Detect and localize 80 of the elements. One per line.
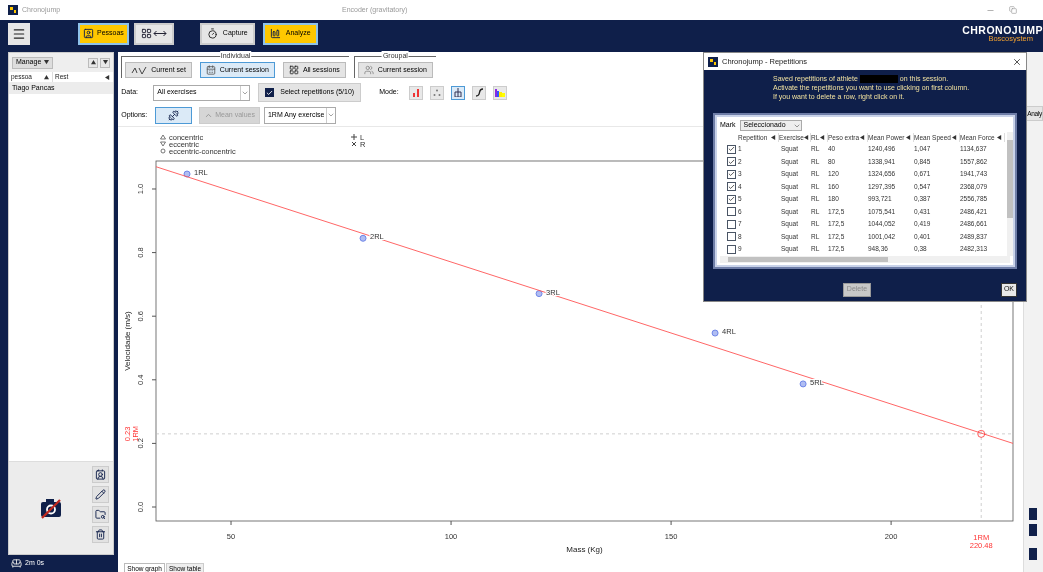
checkbox[interactable] — [727, 194, 736, 204]
horizontal-scrollbar[interactable] — [720, 255, 1010, 263]
panel-icon — [1029, 548, 1038, 560]
panel-icon — [1029, 524, 1038, 536]
double-arrow-icon — [152, 30, 167, 37]
sort-icon — [860, 135, 865, 140]
tool-button[interactable] — [92, 506, 110, 523]
dumbbell-icon — [168, 109, 180, 121]
menu-icon — [12, 26, 26, 41]
calendar-icon — [205, 65, 216, 75]
logo-title: CHRONOJUMP — [962, 24, 1043, 35]
app-icon — [8, 5, 18, 15]
tool-button[interactable] — [92, 466, 110, 483]
bar-chart-icon — [269, 28, 281, 39]
sort-icon — [952, 135, 957, 140]
sort-icon — [105, 74, 111, 80]
checkbox[interactable] — [727, 169, 736, 179]
data-point — [359, 234, 367, 242]
sort-icon — [803, 135, 809, 140]
app-icon — [708, 56, 718, 67]
triangle-down-icon — [160, 141, 167, 147]
data-point — [183, 170, 191, 178]
data-point — [535, 290, 543, 298]
data-point — [799, 380, 807, 388]
sort-icon — [820, 135, 825, 140]
wave-icon — [131, 65, 148, 75]
move-up-button[interactable] — [88, 57, 99, 68]
checkbox[interactable] — [727, 219, 736, 229]
x-axis-title: Mass (Kg) — [566, 545, 603, 554]
box-plot-icon — [454, 88, 463, 97]
folder-search-icon — [95, 509, 107, 520]
up-arrow-icon — [90, 60, 96, 65]
cross-icon — [351, 141, 357, 147]
stopwatch-icon — [206, 28, 218, 39]
bar-chart-icon — [412, 88, 421, 97]
triangle-up-icon — [160, 134, 167, 140]
edit-icon — [95, 489, 107, 500]
redaction-bar — [859, 74, 898, 83]
circle-icon — [160, 148, 166, 154]
sort-icon — [771, 135, 776, 140]
plus-icon — [350, 133, 358, 141]
delete-icon — [95, 529, 107, 540]
down-arrow-icon — [102, 60, 108, 65]
grid-icon — [288, 65, 299, 75]
menu-button[interactable] — [8, 22, 30, 45]
checkbox[interactable] — [727, 232, 736, 242]
no-photo-icon — [38, 497, 63, 519]
caret-icon — [326, 111, 335, 119]
contact-icon — [95, 469, 107, 480]
mode-button[interactable] — [451, 85, 466, 100]
vertical-scrollbar[interactable] — [1007, 132, 1013, 256]
couch-icon — [11, 558, 22, 569]
section-button[interactable] — [133, 22, 174, 45]
close-icon[interactable] — [1012, 56, 1022, 67]
tool-button[interactable] — [92, 526, 110, 543]
checkbox[interactable] — [727, 207, 736, 217]
checkbox[interactable] — [727, 244, 736, 254]
sort-icon — [44, 74, 49, 80]
lift-button[interactable] — [155, 106, 193, 124]
caret-icon — [44, 60, 50, 65]
one-rm-marker — [977, 429, 986, 438]
checkbox[interactable] — [265, 88, 275, 97]
checkbox[interactable] — [727, 182, 736, 192]
people-icon — [363, 65, 374, 75]
sort-icon — [997, 135, 1002, 140]
checkbox[interactable] — [727, 157, 736, 167]
sort-icon — [906, 135, 911, 140]
tool-button[interactable] — [92, 486, 110, 503]
curve-icon — [474, 88, 484, 97]
grid-icon — [140, 28, 152, 39]
data-point — [711, 329, 719, 337]
mode-button[interactable] — [493, 85, 508, 100]
scatter-icon — [433, 88, 442, 97]
color-bars-icon — [495, 88, 506, 97]
move-down-button[interactable] — [100, 57, 111, 68]
mode-button[interactable] — [472, 85, 487, 100]
person-icon — [83, 28, 94, 39]
y-axis-title: Velocidade (m/s) — [123, 311, 133, 371]
panel-icon — [1029, 508, 1038, 520]
checkbox[interactable] — [727, 144, 736, 154]
